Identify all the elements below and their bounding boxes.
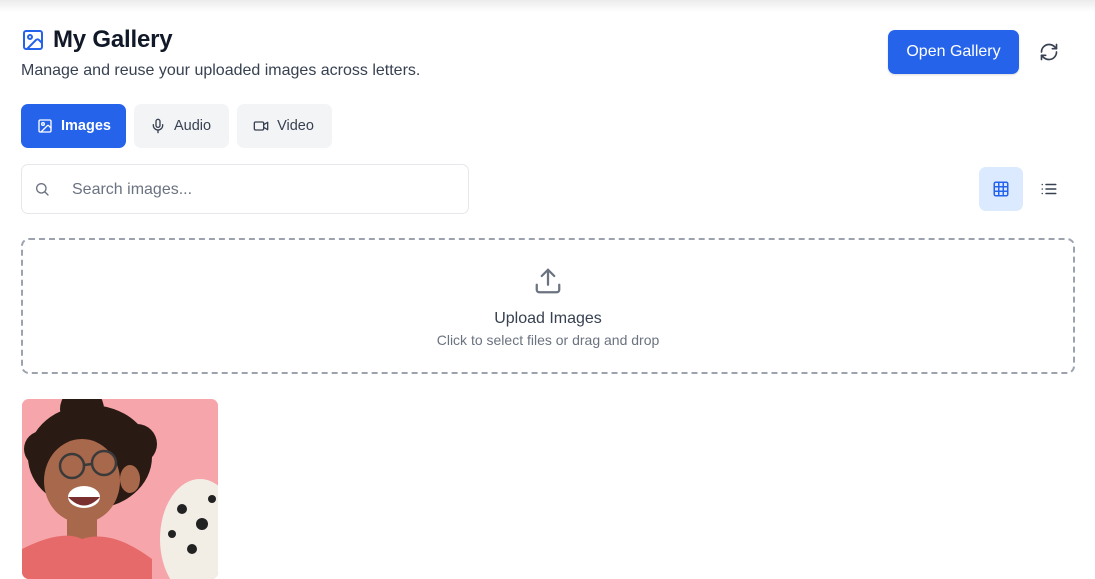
page-header: My Gallery Manage and reuse your uploade… bbox=[21, 26, 420, 80]
grid-view-button[interactable] bbox=[979, 167, 1023, 211]
top-shadow bbox=[0, 0, 1095, 12]
image-icon bbox=[37, 118, 53, 134]
media-tabs: Images Audio Video bbox=[21, 104, 332, 148]
page-subtitle: Manage and reuse your uploaded images ac… bbox=[21, 62, 421, 79]
upload-icon bbox=[533, 266, 563, 296]
thumbnail-photo bbox=[22, 399, 218, 579]
page-title: My Gallery bbox=[53, 26, 173, 53]
image-icon bbox=[21, 28, 45, 52]
open-gallery-button[interactable]: Open Gallery bbox=[888, 30, 1019, 74]
list-view-button[interactable] bbox=[1027, 167, 1071, 211]
search-input[interactable] bbox=[70, 177, 454, 203]
search-box bbox=[21, 164, 469, 214]
tab-images[interactable]: Images bbox=[21, 104, 126, 148]
gallery-image-thumbnail[interactable] bbox=[22, 399, 218, 579]
tab-video[interactable]: Video bbox=[237, 104, 332, 148]
tab-audio[interactable]: Audio bbox=[134, 104, 230, 148]
tab-label: Audio bbox=[174, 118, 212, 134]
title-row: My Gallery bbox=[21, 26, 420, 54]
video-icon bbox=[253, 118, 269, 134]
upload-subtitle: Click to select files or drag and drop bbox=[436, 332, 660, 348]
tab-label: Images bbox=[61, 118, 111, 134]
mic-icon bbox=[150, 118, 166, 134]
refresh-icon bbox=[1039, 42, 1059, 62]
grid-icon bbox=[992, 180, 1010, 198]
upload-dropzone[interactable]: Upload Images Click to select files or d… bbox=[21, 238, 1075, 374]
list-icon bbox=[1040, 180, 1058, 198]
upload-title: Upload Images bbox=[494, 310, 602, 327]
search-icon bbox=[34, 181, 50, 197]
refresh-button[interactable] bbox=[1034, 36, 1064, 68]
tab-label: Video bbox=[277, 118, 314, 134]
